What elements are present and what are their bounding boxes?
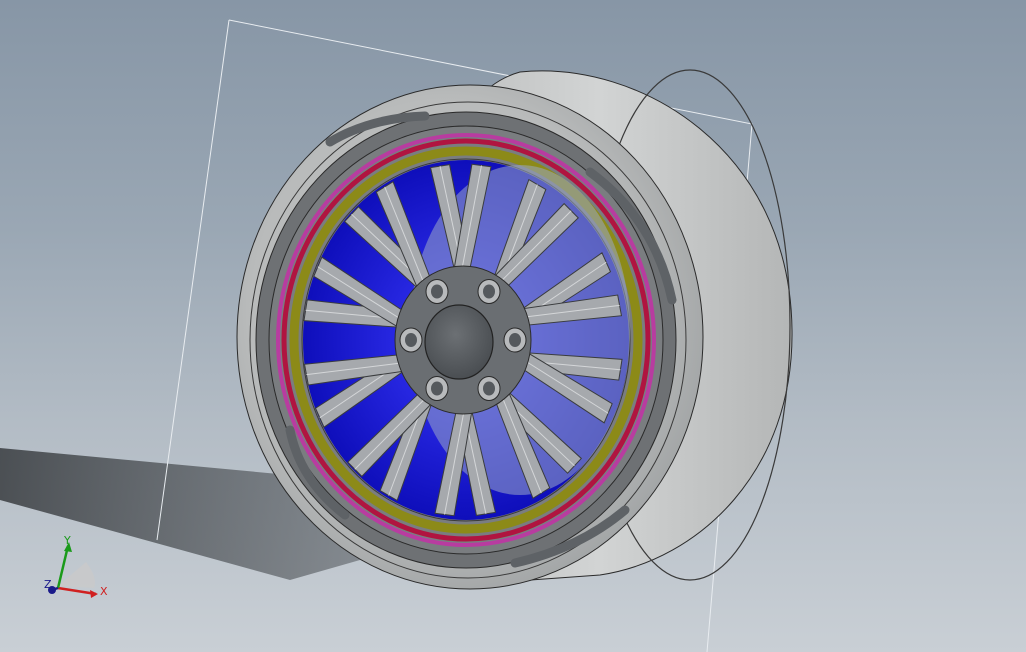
x-axis-label: X: [100, 585, 108, 598]
lug-hole-bore: [405, 333, 417, 347]
view-triad[interactable]: X Y Z: [40, 530, 120, 610]
section-plane-edge: [156, 19, 230, 541]
x-axis-head: [90, 590, 98, 598]
wheel-model-scene[interactable]: [0, 0, 1026, 652]
lug-hole-bore: [509, 333, 521, 347]
center-bore: [424, 304, 494, 380]
lug-hole-bore: [431, 381, 443, 396]
lug-hole-bore: [431, 284, 443, 299]
lug-hole-bore: [483, 284, 495, 299]
graphics-viewport[interactable]: X Y Z: [0, 0, 1026, 652]
y-axis-label: Y: [64, 534, 71, 547]
z-axis-label: Z: [44, 578, 52, 591]
triad-graphic: [48, 542, 98, 598]
lug-hole-bore: [483, 381, 495, 396]
